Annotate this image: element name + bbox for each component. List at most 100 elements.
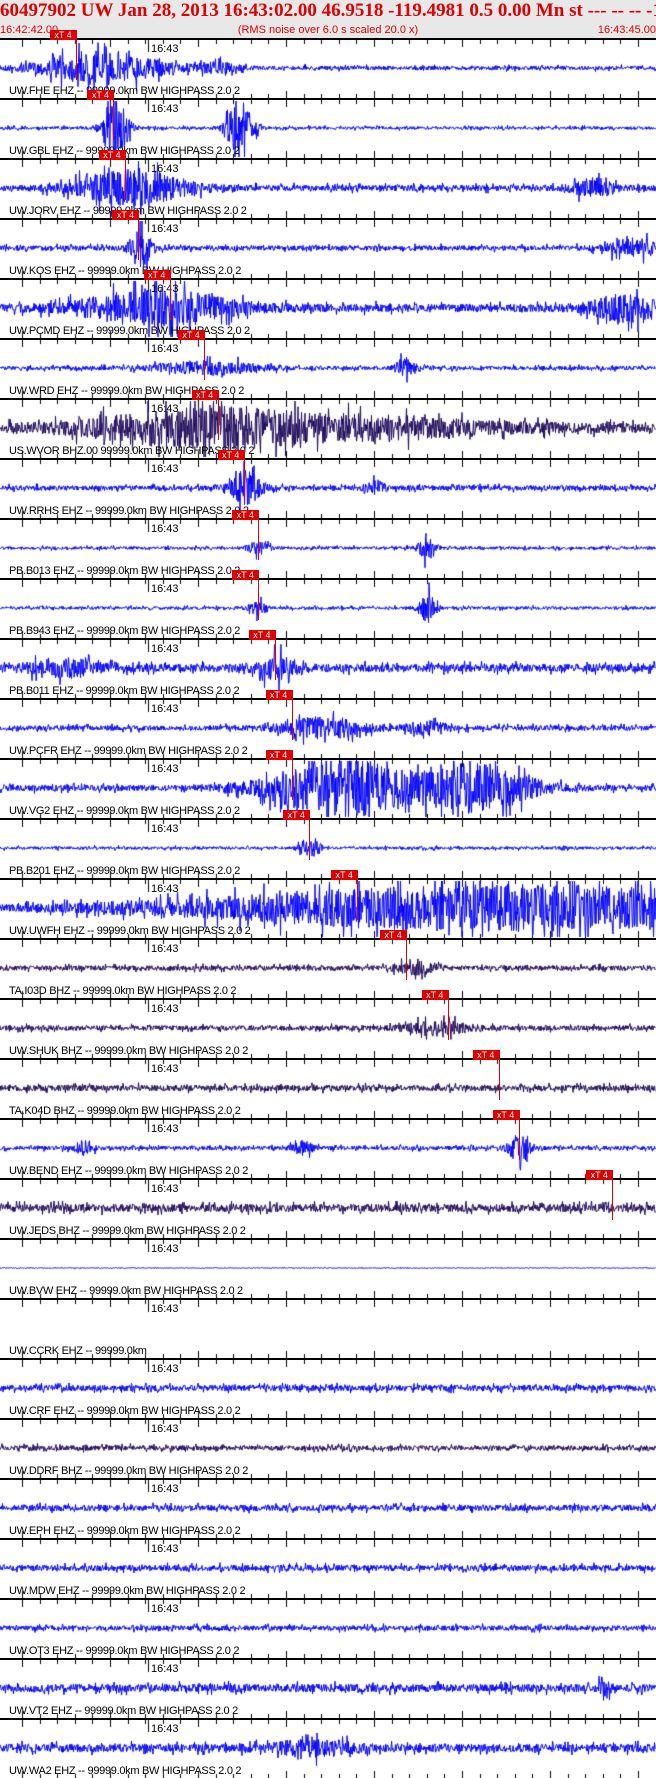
phase-pick-label[interactable]: xT 4 bbox=[232, 570, 259, 580]
phase-pick-line[interactable] bbox=[113, 90, 115, 140]
phase-pick-label[interactable]: xT 4 bbox=[472, 1050, 499, 1060]
channel-label: UW.EPH EHZ -- 99999.0km BW HIGHPASS 2.0 … bbox=[9, 1525, 241, 1537]
phase-pick-line[interactable] bbox=[357, 870, 359, 920]
phase-pick-label[interactable]: xT 4 bbox=[191, 390, 218, 400]
trace-panel: 16:43 UW.VG2 EHZ -- 99999.0km BW HIGHPASS… bbox=[0, 750, 656, 818]
channel-label: UW.VT2 EHZ -- 99999.0km BW HIGHPASS 2.0 … bbox=[9, 1705, 238, 1717]
trace-panel: 16:43 TA.I03D BHZ -- 99999.0km BW HIGHPAS… bbox=[0, 930, 656, 998]
time-marker-label: 16:43 bbox=[151, 1363, 179, 1375]
trace-panel: 16:43 UW.JEDS BHZ -- 99999.0km BW HIGHPAS… bbox=[0, 1170, 656, 1238]
trace-panel: 16:43 UW.VT2 EHZ -- 99999.0km BW HIGHPASS… bbox=[0, 1658, 656, 1718]
phase-pick-line[interactable] bbox=[169, 270, 171, 320]
phase-pick-line[interactable] bbox=[138, 210, 140, 260]
channel-label: UW.UWFH EHZ -- 99999.0km BW HIGHPASS 2.0… bbox=[9, 925, 251, 937]
phase-pick-label[interactable]: xT 4 bbox=[492, 1110, 519, 1120]
trace-panel: 16:43 UW.CRF EHZ -- 99999.0km BW HIGHPASS… bbox=[0, 1358, 656, 1418]
phase-pick-line[interactable] bbox=[447, 990, 449, 1040]
header: 60497902 UW Jan 28, 2013 16:43:02.00 46.… bbox=[0, 0, 656, 38]
phase-pick-line[interactable] bbox=[217, 390, 219, 440]
trace-panel: 16:43 UW.WRD EHZ -- 99999.0km BW HIGHPASS… bbox=[0, 330, 656, 398]
trace-panel: 16:43UW.GBL EHZ -- 99999.0km BW HIGHPASS… bbox=[0, 90, 656, 158]
trace-panel: 16:43 UW.EPH EHZ -- 99999.0km BW HIGHPASS… bbox=[0, 1478, 656, 1538]
channel-label: UW.OT3 EHZ -- 99999.0km BW HIGHPASS 2.0 … bbox=[9, 1645, 240, 1657]
phase-pick-label[interactable]: xT 4 bbox=[586, 1170, 613, 1180]
trace-panel: 16:43 UW.UWFH EHZ -- 99999.0km BW HIGHPAS… bbox=[0, 870, 656, 938]
time-marker-label: 16:43 bbox=[151, 703, 179, 715]
time-marker-label: 16:43 bbox=[151, 403, 179, 415]
seismogram-panels: 16:43 UW.FHE EHZ -- 99999.0km BW HIGHPASS… bbox=[0, 30, 656, 1778]
phase-pick-label[interactable]: xT 4 bbox=[248, 630, 275, 640]
time-marker-label: 16:43 bbox=[151, 1723, 179, 1735]
channel-label: UW.JEDS BHZ -- 99999.0km BW HIGHPASS 2.0… bbox=[9, 1225, 246, 1237]
channel-label: UW.KOS EHZ -- 99999.0km BW HIGHPASS 2.0 … bbox=[9, 265, 242, 277]
phase-pick-label[interactable]: xT 4 bbox=[98, 150, 125, 160]
phase-pick-line[interactable] bbox=[406, 930, 408, 980]
time-marker-label: 16:43 bbox=[151, 1663, 179, 1675]
phase-pick-label[interactable]: xT 4 bbox=[283, 810, 310, 820]
channel-label: UW.VG2 EHZ -- 99999.0km BW HIGHPASS 2.0 … bbox=[9, 805, 240, 817]
time-marker-label: 16:43 bbox=[151, 943, 179, 955]
channel-label: UW.DDRF BHZ -- 99999.0km BW HIGHPASS 2.0… bbox=[9, 1465, 249, 1477]
time-marker-label: 16:43 bbox=[151, 43, 179, 55]
phase-pick-label[interactable]: xT 4 bbox=[265, 690, 292, 700]
phase-pick-label[interactable]: xT 4 bbox=[178, 330, 205, 340]
channel-label: UW.PCFR EHZ -- 99999.0km BW HIGHPASS 2.0… bbox=[9, 745, 248, 757]
trace-panel: 16:43 UW.BEND EHZ -- 99999.0km BW HIGHPAS… bbox=[0, 1110, 656, 1178]
phase-pick-label[interactable]: xT 4 bbox=[265, 750, 292, 760]
phase-pick-line[interactable] bbox=[274, 630, 276, 680]
channel-label: UW.CRF EHZ -- 99999.0km BW HIGHPASS 2.0 … bbox=[9, 1405, 241, 1417]
phase-pick-label[interactable]: xT 4 bbox=[50, 30, 76, 40]
channel-label: UW.SHUK BHZ -- 99999.0km BW HIGHPASS 2.0… bbox=[9, 1045, 249, 1057]
trace-panel: 16:43 UW.PCMD EHZ -- 99999.0km BW HIGHPAS… bbox=[0, 270, 656, 338]
scale-note: (RMS noise over 6.0 s scaled 20.0 x) bbox=[237, 24, 419, 36]
trace-panel: 16:43 UW.MDW EHZ -- 99999.0km BW HIGHPASS… bbox=[0, 1538, 656, 1598]
channel-label: TA.K04D BHZ -- 99999.0km BW HIGHPASS 2.0… bbox=[9, 1105, 241, 1117]
time-marker-label: 16:43 bbox=[151, 223, 179, 235]
channel-label: PB.B201 EHZ -- 99999.0km BW HIGHPASS 2.0… bbox=[9, 865, 241, 877]
time-marker-label: 16:43 bbox=[151, 1243, 179, 1255]
time-marker-label: 16:43 bbox=[151, 103, 179, 115]
phase-pick-line[interactable] bbox=[518, 1110, 520, 1160]
channel-label: UW.BEND EHZ -- 99999.0km BW HIGHPASS 2.0… bbox=[9, 1165, 249, 1177]
phase-pick-line[interactable] bbox=[243, 450, 245, 500]
time-marker-label: 16:43 bbox=[151, 643, 179, 655]
trace-panel: 16:43 US.WVOR BHZ.00 99999.0km BW HIGHPAS… bbox=[0, 390, 656, 458]
time-marker-label: 16:43 bbox=[151, 763, 179, 775]
phase-pick-line[interactable] bbox=[498, 1050, 500, 1100]
time-marker-label: 16:43 bbox=[151, 1183, 179, 1195]
phase-pick-label[interactable]: xT 4 bbox=[143, 270, 170, 280]
phase-pick-line[interactable] bbox=[309, 810, 311, 860]
phase-pick-line[interactable] bbox=[291, 690, 293, 740]
time-marker-label: 16:43 bbox=[151, 163, 179, 175]
phase-pick-line[interactable] bbox=[258, 510, 260, 560]
time-marker-label: 16:43 bbox=[151, 883, 179, 895]
phase-pick-label[interactable]: xT 4 bbox=[421, 990, 448, 1000]
time-marker-label: 16:43 bbox=[151, 823, 179, 835]
trace-panel: 16:43 UW.FHE EHZ -- 99999.0km BW HIGHPASS… bbox=[0, 30, 656, 98]
phase-pick-label[interactable]: xT 4 bbox=[331, 870, 358, 880]
phase-pick-line[interactable] bbox=[291, 750, 293, 800]
end-time: 16:43:45.00 bbox=[597, 24, 656, 36]
phase-pick-line[interactable] bbox=[612, 1170, 614, 1220]
trace-panel: 16:43 UW.BVW EHZ -- 99999.0km BW HIGHPASS… bbox=[0, 1238, 656, 1298]
channel-label: PB.B943 EHZ -- 99999.0km BW HIGHPASS 2.0… bbox=[9, 625, 241, 637]
channel-label: UW.WA2 EHZ -- 99999.0km BW HIGHPASS 2.0 … bbox=[9, 1765, 242, 1777]
channel-label: UW.PCMD EHZ -- 99999.0km BW HIGHPASS 2.0… bbox=[9, 325, 250, 337]
phase-pick-line[interactable] bbox=[258, 570, 260, 620]
time-marker-label: 16:43 bbox=[151, 1003, 179, 1015]
phase-pick-label[interactable]: xT 4 bbox=[380, 930, 407, 940]
time-marker-label: 16:43 bbox=[151, 1543, 179, 1555]
phase-pick-label[interactable]: xT 4 bbox=[232, 510, 259, 520]
trace-panel: 16:43 UW.RRHS EHZ -- 99999.0km BW HIGHPAS… bbox=[0, 450, 656, 518]
trace-panel: 16:43 UW.DDRF BHZ -- 99999.0km BW HIGHPAS… bbox=[0, 1418, 656, 1478]
phase-pick-line[interactable] bbox=[204, 330, 206, 380]
phase-pick-label[interactable]: xT 4 bbox=[112, 210, 139, 220]
time-marker-label: 16:43 bbox=[151, 343, 179, 355]
phase-pick-label[interactable]: xT 4 bbox=[217, 450, 244, 460]
phase-pick-line[interactable] bbox=[124, 150, 126, 200]
phase-pick-label[interactable]: xT 4 bbox=[87, 90, 114, 100]
time-marker-label: 16:43 bbox=[151, 583, 179, 595]
phase-pick-line[interactable] bbox=[76, 30, 77, 80]
time-marker-label: 16:43 bbox=[151, 283, 179, 295]
channel-label: TA.I03D BHZ -- 99999.0km BW HIGHPASS 2.0… bbox=[9, 985, 237, 997]
